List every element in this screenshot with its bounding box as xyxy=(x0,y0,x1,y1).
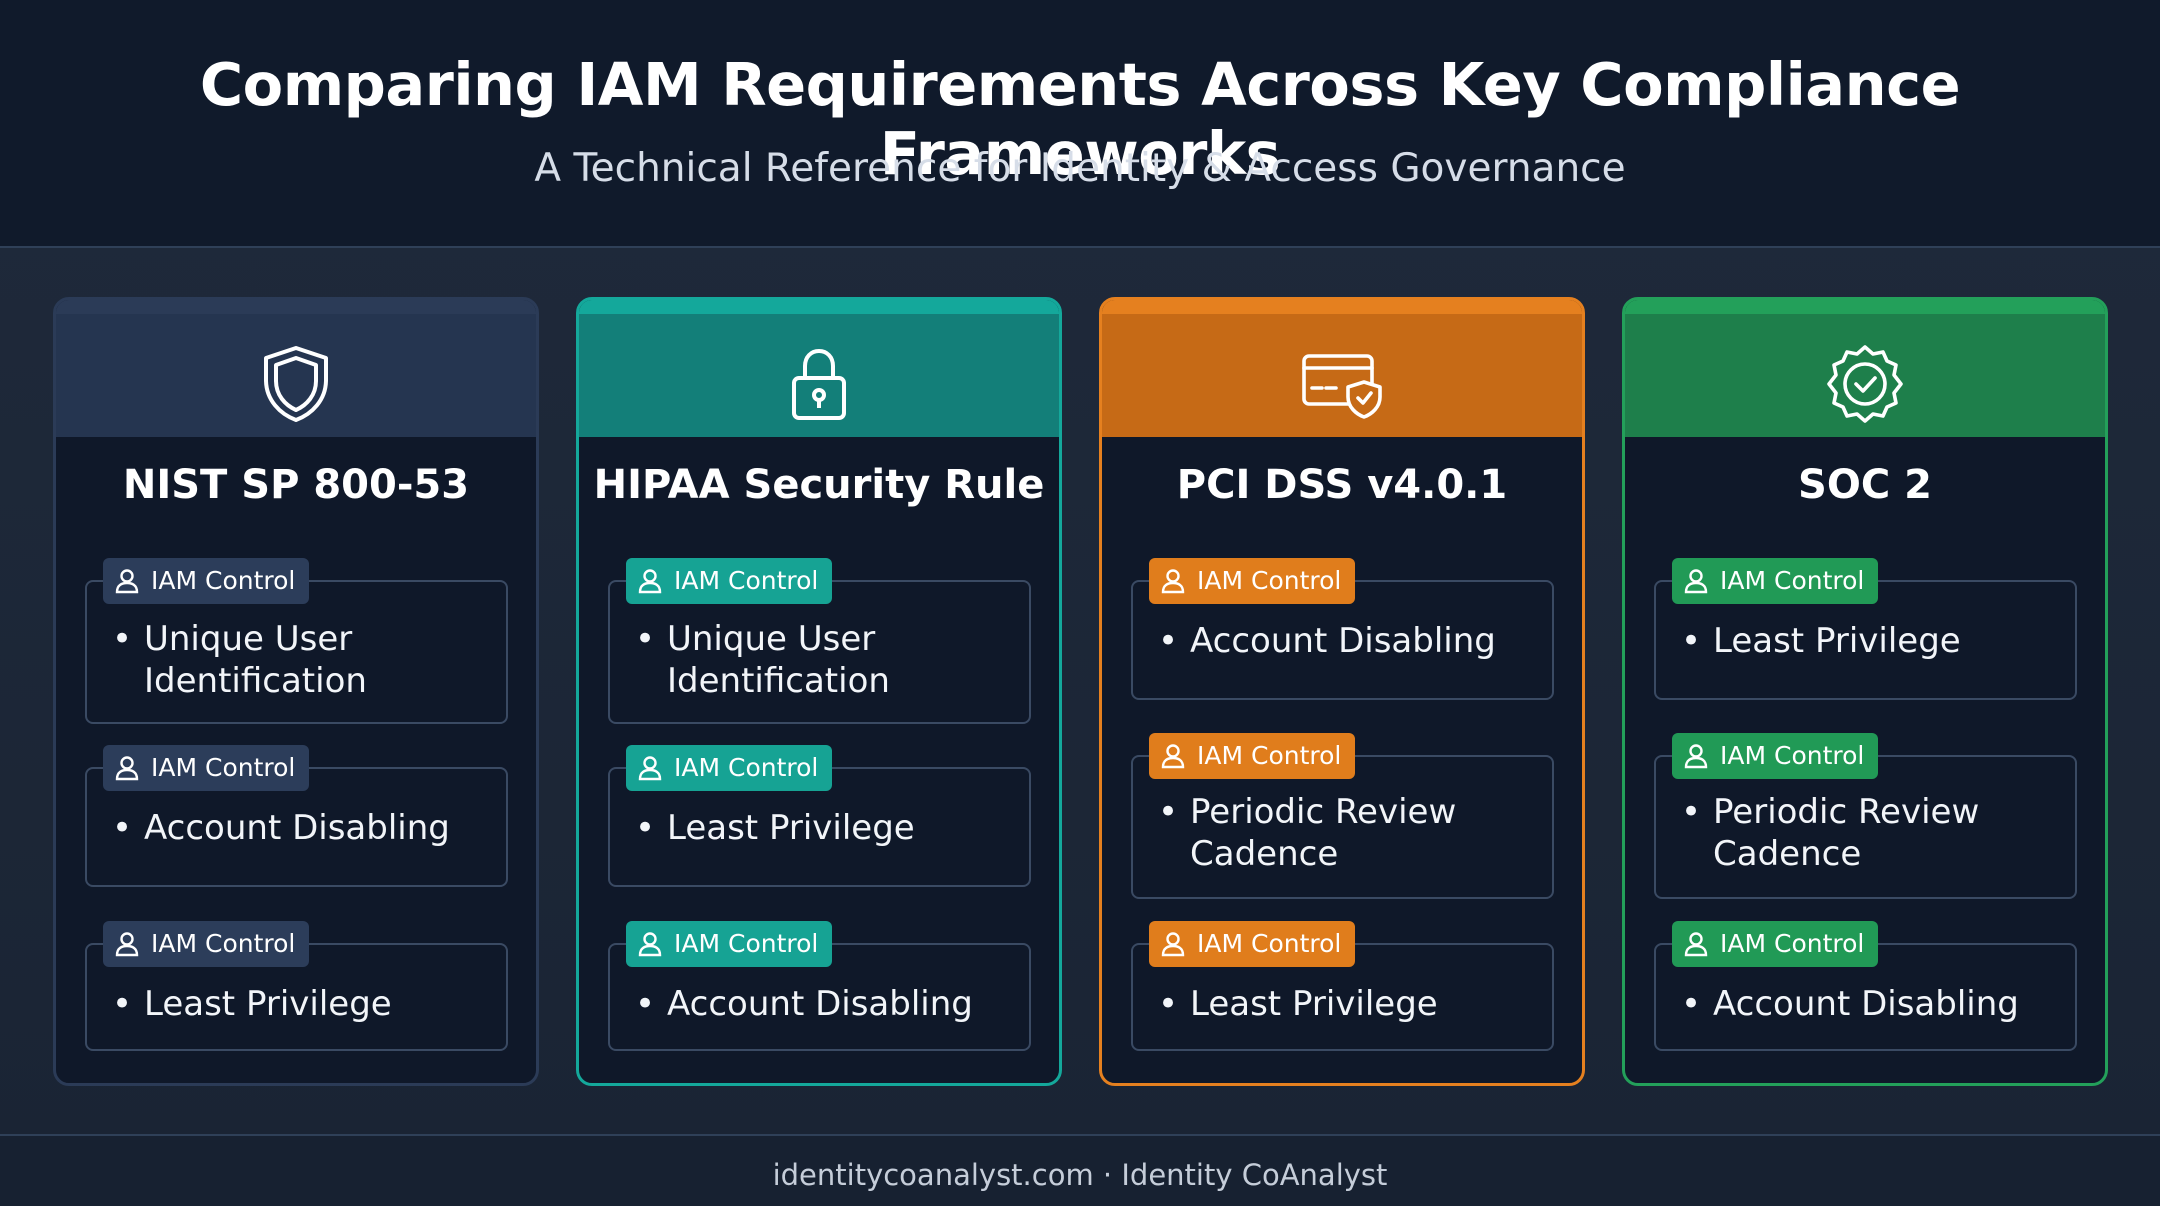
card-title: HIPAA Security Rule xyxy=(593,462,1045,508)
control-item: IAM Control • Account Disabling xyxy=(608,921,1031,1051)
badge-label: IAM Control xyxy=(674,566,819,595)
control-label: Unique User Identification xyxy=(144,619,367,701)
user-icon xyxy=(1159,930,1187,958)
control-label: Periodic Review Cadence xyxy=(1190,792,1457,874)
verified-badge-icon xyxy=(1823,342,1907,426)
user-icon xyxy=(1682,567,1710,595)
iam-control-badge: IAM Control xyxy=(1149,733,1356,779)
shield-icon xyxy=(254,342,338,426)
user-icon xyxy=(1682,930,1710,958)
user-icon xyxy=(1159,567,1187,595)
badge-label: IAM Control xyxy=(1720,566,1865,595)
lock-icon xyxy=(777,342,861,426)
badge-label: IAM Control xyxy=(674,753,819,782)
card-title: NIST SP 800-53 xyxy=(122,462,470,508)
page-subtitle: A Technical Reference for Identity & Acc… xyxy=(534,146,1626,191)
iam-control-badge: IAM Control xyxy=(1149,558,1356,604)
badge-label: IAM Control xyxy=(1197,566,1342,595)
control-label: Account Disabling xyxy=(667,984,973,1024)
user-icon xyxy=(636,754,664,782)
control-item: IAM Control • Unique User Identification xyxy=(85,558,508,724)
control-item: IAM Control • Least Privilege xyxy=(608,745,1031,887)
badge-label: IAM Control xyxy=(1720,929,1865,958)
control-label: Least Privilege xyxy=(1190,984,1438,1024)
framework-card-pci: PCI DSS v4.0.1 IAM Control • Account Disa… xyxy=(1099,297,1585,1086)
credit-card-shield-icon xyxy=(1300,342,1384,426)
control-label: Unique User Identification xyxy=(667,619,890,701)
card-title: PCI DSS v4.0.1 xyxy=(1176,462,1508,508)
iam-control-badge: IAM Control xyxy=(1672,733,1879,779)
iam-control-badge: IAM Control xyxy=(103,558,310,604)
footer: identitycoanalyst.com · Identity CoAnaly… xyxy=(0,1134,2160,1206)
badge-label: IAM Control xyxy=(1197,741,1342,770)
control-item: IAM Control • Periodic Review Cadence xyxy=(1131,733,1554,899)
control-label: Account Disabling xyxy=(1713,984,2019,1024)
control-item: IAM Control • Least Privilege xyxy=(1654,558,2077,700)
framework-card-hipaa: HIPAA Security Rule IAM Control • Unique … xyxy=(576,297,1062,1086)
iam-control-badge: IAM Control xyxy=(626,745,833,791)
control-item: IAM Control • Least Privilege xyxy=(1131,921,1554,1051)
iam-control-badge: IAM Control xyxy=(626,558,833,604)
framework-card-soc2: SOC 2 IAM Control • Least Privilege IAM C… xyxy=(1622,297,2108,1086)
control-label: Account Disabling xyxy=(1190,621,1496,661)
user-icon xyxy=(1159,742,1187,770)
iam-control-badge: IAM Control xyxy=(103,921,310,967)
control-item: IAM Control • Account Disabling xyxy=(1654,921,2077,1051)
control-label: Account Disabling xyxy=(144,808,450,848)
control-item: IAM Control • Account Disabling xyxy=(1131,558,1554,700)
card-title: SOC 2 xyxy=(1798,462,1932,508)
badge-label: IAM Control xyxy=(674,929,819,958)
user-icon xyxy=(113,567,141,595)
control-item: IAM Control • Account Disabling xyxy=(85,745,508,887)
card-header xyxy=(1625,300,2105,437)
iam-control-badge: IAM Control xyxy=(1672,921,1879,967)
badge-label: IAM Control xyxy=(151,566,296,595)
control-item: IAM Control • Least Privilege xyxy=(85,921,508,1051)
control-label: Least Privilege xyxy=(144,984,392,1024)
framework-card-nist: NIST SP 800-53 IAM Control • Unique User … xyxy=(53,297,539,1086)
iam-control-badge: IAM Control xyxy=(1672,558,1879,604)
control-item: IAM Control • Periodic Review Cadence xyxy=(1654,733,2077,899)
user-icon xyxy=(636,567,664,595)
control-item: IAM Control • Unique User Identification xyxy=(608,558,1031,724)
control-label: Periodic Review Cadence xyxy=(1713,792,1980,874)
infographic: Comparing IAM Requirements Across Key Co… xyxy=(0,0,2160,1206)
iam-control-badge: IAM Control xyxy=(103,745,310,791)
control-label: Least Privilege xyxy=(667,808,915,848)
header: Comparing IAM Requirements Across Key Co… xyxy=(0,0,2160,248)
card-header xyxy=(579,300,1059,437)
iam-control-badge: IAM Control xyxy=(1149,921,1356,967)
footer-credit: identitycoanalyst.com · Identity CoAnaly… xyxy=(772,1158,1388,1192)
badge-label: IAM Control xyxy=(1720,741,1865,770)
user-icon xyxy=(1682,742,1710,770)
user-icon xyxy=(113,930,141,958)
badge-label: IAM Control xyxy=(1197,929,1342,958)
badge-label: IAM Control xyxy=(151,929,296,958)
card-header xyxy=(1102,300,1582,437)
control-label: Least Privilege xyxy=(1713,621,1961,661)
badge-label: IAM Control xyxy=(151,753,296,782)
user-icon xyxy=(113,754,141,782)
iam-control-badge: IAM Control xyxy=(626,921,833,967)
card-header xyxy=(56,300,536,437)
user-icon xyxy=(636,930,664,958)
